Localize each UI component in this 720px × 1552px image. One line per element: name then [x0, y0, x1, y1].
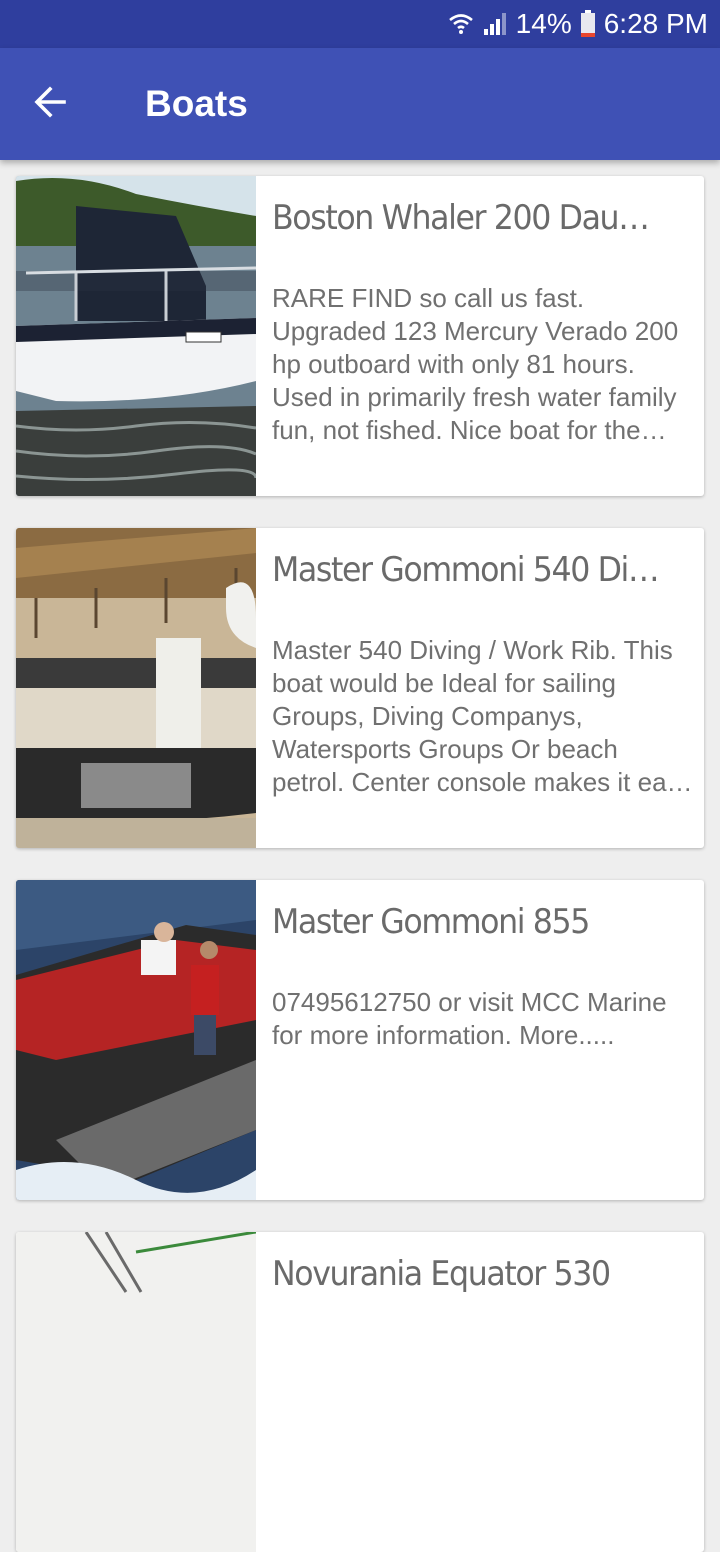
back-button[interactable] — [18, 72, 82, 136]
boat-card[interactable]: Novurania Equator 530 — [16, 1232, 704, 1552]
boat-image — [16, 176, 256, 496]
boat-title: Boston Whaler 200 Dauntless — [272, 198, 663, 238]
signal-icon — [482, 11, 508, 37]
battery-percent: 14% — [515, 8, 572, 39]
boat-card[interactable]: Boston Whaler 200 Dauntless RARE FIND so… — [16, 176, 704, 496]
boat-card[interactable]: Master Gommoni 855 07495612750 or visit … — [16, 880, 704, 1200]
status-bar: 14% 6:28 PM — [0, 0, 720, 48]
boat-title: Master Gommoni 855 — [272, 902, 590, 942]
boat-description: Master 540 Diving / Work Rib. This boat … — [272, 635, 693, 797]
boat-title: Master Gommoni 540 Diving — [272, 550, 663, 590]
boat-description: RARE FIND so call us fast. Upgraded 123 … — [272, 283, 679, 445]
battery-icon — [580, 10, 596, 38]
app-bar: Boats — [0, 48, 720, 160]
page-title: Boats — [145, 83, 248, 124]
boat-image — [16, 1232, 256, 1552]
arrow-left-icon — [33, 85, 67, 124]
boat-image — [16, 880, 256, 1200]
boat-card[interactable]: Master Gommoni 540 Diving Master 540 Div… — [16, 528, 704, 848]
boat-image — [16, 528, 256, 848]
boat-description: 07495612750 or visit MCC Marine for more… — [272, 987, 667, 1050]
status-time: 6:28 PM — [603, 8, 708, 39]
wifi-icon — [448, 11, 474, 37]
boat-title: Novurania Equator 530 — [272, 1254, 611, 1294]
status-icons: 14% 6:28 PM — [448, 0, 708, 48]
